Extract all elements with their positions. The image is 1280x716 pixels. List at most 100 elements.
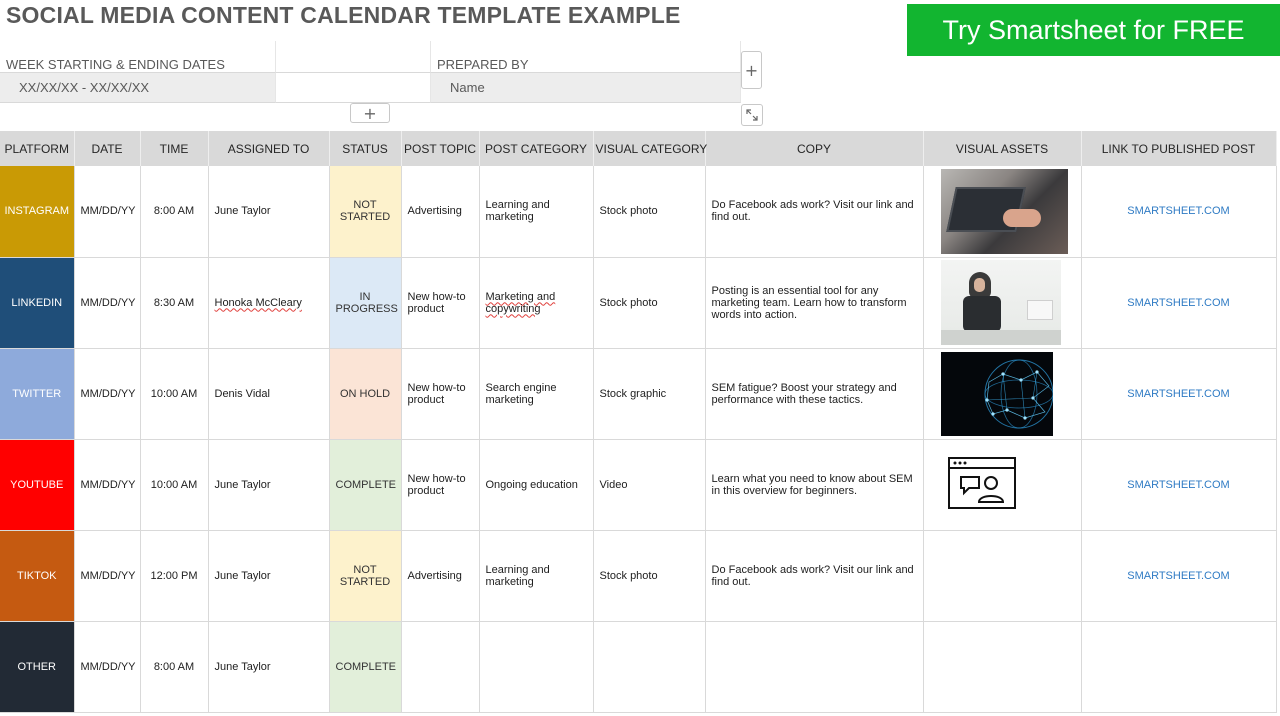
published-link[interactable] [1081,621,1277,713]
page-title: SOCIAL MEDIA CONTENT CALENDAR TEMPLATE E… [6,2,681,28]
published-link[interactable]: SMARTSHEET.COM [1081,348,1277,440]
visual-category-cell[interactable] [593,621,706,713]
copy-cell[interactable]: Learn what you need to know about SEM in… [705,439,924,531]
topic-cell[interactable]: Advertising [401,166,480,258]
office-photo [940,260,1061,345]
time-cell[interactable]: 10:00 AM [140,439,209,531]
table-row: LINKEDIN MM/DD/YY 8:30 AM Honoka McClear… [0,257,1277,349]
week-label-cell: WEEK STARTING & ENDING DATES [0,41,276,73]
copy-cell[interactable]: Posting is an essential tool for any mar… [705,257,924,349]
visual-asset-cell[interactable] [923,257,1082,349]
visual-category-cell[interactable]: Stock photo [593,257,706,349]
status-cell[interactable]: NOT STARTED [329,166,402,258]
time-cell[interactable]: 8:00 AM [140,621,209,713]
category-cell[interactable]: Learning and marketing [479,166,594,258]
column-header-post-category[interactable]: POST CATEGORY [479,131,594,166]
assigned-name: Honoka McCleary [214,296,302,309]
prepared-by-field[interactable]: Name [431,73,741,103]
column-header-visual-assets[interactable]: VISUAL ASSETS [923,131,1082,166]
assigned-cell[interactable]: June Taylor [208,166,330,258]
column-header-date[interactable]: DATE [74,131,141,166]
time-cell[interactable]: 12:00 PM [140,530,209,622]
platform-cell[interactable]: YOUTUBE [0,439,75,531]
column-header-copy[interactable]: COPY [705,131,924,166]
try-smartsheet-button[interactable]: Try Smartsheet for FREE [907,4,1280,56]
time-cell[interactable]: 8:00 AM [140,166,209,258]
topic-cell[interactable]: Advertising [401,530,480,622]
desk-surface [940,330,1061,345]
assigned-cell[interactable]: Honoka McCleary [208,257,330,349]
week-dates-field[interactable]: XX/XX/XX - XX/XX/XX [0,73,276,103]
desk-monitor [1026,300,1053,320]
column-header-status[interactable]: STATUS [329,131,402,166]
category-cell[interactable]: Search engine marketing [479,348,594,440]
table-row: INSTAGRAM MM/DD/YY 8:00 AM June Taylor N… [0,166,1277,258]
week-dates-label: WEEK STARTING & ENDING DATES [6,57,225,72]
platform-cell[interactable]: INSTAGRAM [0,166,75,258]
visual-asset-cell[interactable] [923,166,1082,258]
date-cell[interactable]: MM/DD/YY [74,621,141,713]
category-text: Marketing and copywriting [485,290,556,315]
assigned-cell[interactable]: Denis Vidal [208,348,330,440]
visual-asset-cell[interactable] [923,348,1082,440]
status-cell[interactable]: NOT STARTED [329,530,402,622]
column-header-time[interactable]: TIME [140,131,209,166]
topic-cell[interactable]: New how-to product [401,257,480,349]
laptop-photo [940,168,1068,254]
visual-category-cell[interactable]: Stock photo [593,530,706,622]
add-row-button[interactable]: + [350,103,390,123]
topic-cell[interactable]: New how-to product [401,348,480,440]
date-cell[interactable]: MM/DD/YY [74,166,141,258]
copy-cell[interactable]: Do Facebook ads work? Visit our link and… [705,166,924,258]
column-header-assigned-to[interactable]: ASSIGNED TO [208,131,330,166]
visual-asset-cell[interactable] [923,439,1082,531]
date-cell[interactable]: MM/DD/YY [74,439,141,531]
visual-asset-cell[interactable] [923,621,1082,713]
platform-cell[interactable]: OTHER [0,621,75,713]
column-header-platform[interactable]: PLATFORM [0,131,75,166]
category-cell[interactable]: Ongoing education [479,439,594,531]
column-header-visual-category[interactable]: VISUAL CATEGORY [593,131,707,166]
expand-button[interactable] [741,104,763,126]
published-link[interactable]: SMARTSHEET.COM [1081,166,1277,258]
column-header-link[interactable]: LINK TO PUBLISHED POST [1081,131,1277,166]
platform-cell[interactable]: TWITTER [0,348,75,440]
date-cell[interactable]: MM/DD/YY [74,530,141,622]
status-cell[interactable]: IN PROGRESS [329,257,402,349]
category-cell[interactable]: Learning and marketing [479,530,594,622]
person-face [973,278,985,292]
network-globe-icon [984,359,1053,428]
content-calendar-table: PLATFORM DATE TIME ASSIGNED TO STATUS PO… [0,131,1277,713]
assigned-cell[interactable]: June Taylor [208,439,330,531]
visual-category-cell[interactable]: Stock photo [593,166,706,258]
platform-cell[interactable]: LINKEDIN [0,257,75,349]
column-header-post-topic[interactable]: POST TOPIC [401,131,480,166]
assigned-cell[interactable]: June Taylor [208,530,330,622]
assigned-cell[interactable]: June Taylor [208,621,330,713]
published-link[interactable]: SMARTSHEET.COM [1081,439,1277,531]
category-cell[interactable] [479,621,594,713]
published-link[interactable]: SMARTSHEET.COM [1081,530,1277,622]
visual-asset-cell[interactable] [923,530,1082,622]
visual-category-cell[interactable]: Video [593,439,706,531]
date-cell[interactable]: MM/DD/YY [74,348,141,440]
table-row: OTHER MM/DD/YY 8:00 AM June Taylor COMPL… [0,621,1277,713]
status-cell[interactable]: ON HOLD [329,348,402,440]
category-cell[interactable]: Marketing and copywriting [479,257,594,349]
topic-cell[interactable]: New how-to product [401,439,480,531]
status-cell[interactable]: COMPLETE [329,439,402,531]
table-row: YOUTUBE MM/DD/YY 10:00 AM June Taylor CO… [0,439,1277,531]
status-cell[interactable]: COMPLETE [329,621,402,713]
topic-cell[interactable] [401,621,480,713]
add-column-button[interactable]: + [741,51,762,89]
platform-cell[interactable]: TIKTOK [0,530,75,622]
date-cell[interactable]: MM/DD/YY [74,257,141,349]
time-cell[interactable]: 8:30 AM [140,257,209,349]
copy-cell[interactable]: Do Facebook ads work? Visit our link and… [705,530,924,622]
visual-category-cell[interactable]: Stock graphic [593,348,706,440]
week-dates-value: XX/XX/XX - XX/XX/XX [19,80,150,95]
time-cell[interactable]: 10:00 AM [140,348,209,440]
copy-cell[interactable] [705,621,924,713]
published-link[interactable]: SMARTSHEET.COM [1081,257,1277,349]
copy-cell[interactable]: SEM fatigue? Boost your strategy and per… [705,348,924,440]
